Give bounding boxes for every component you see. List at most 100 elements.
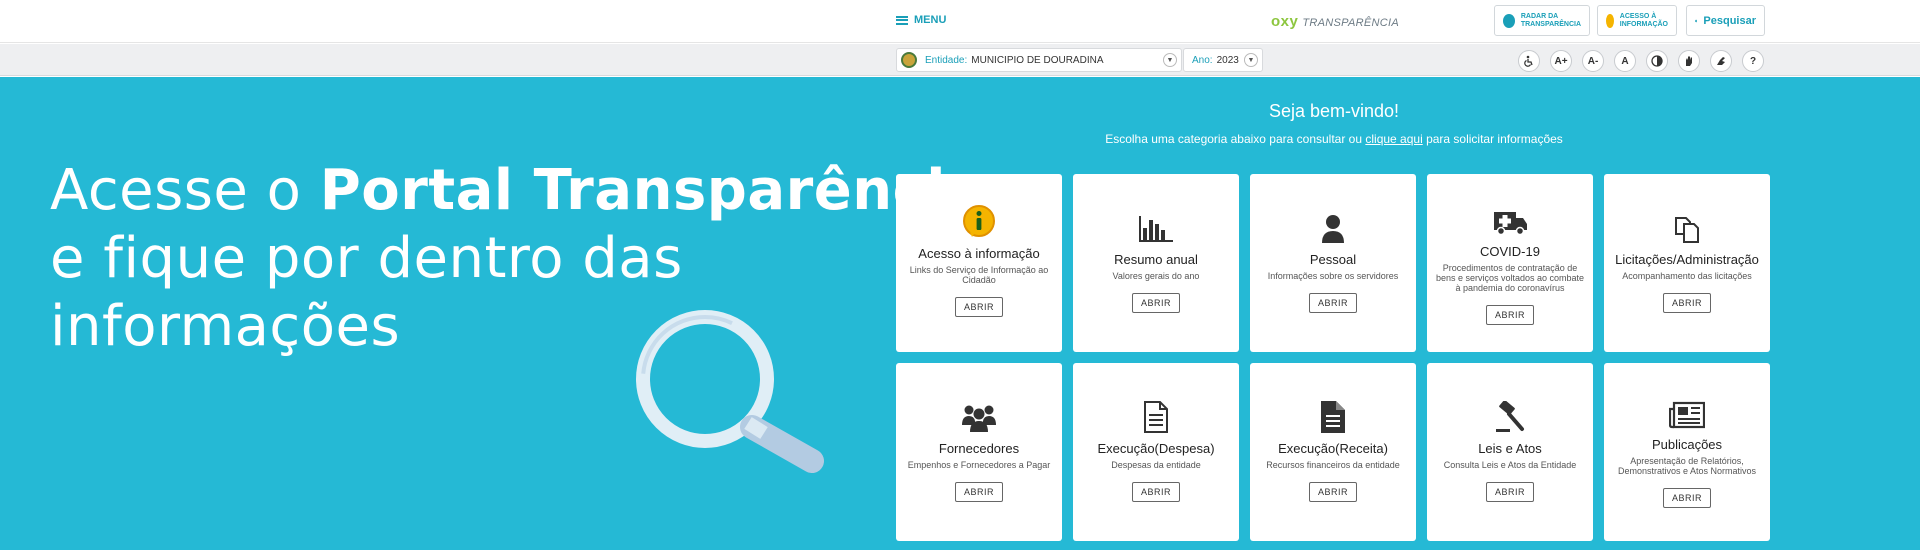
newspaper-icon bbox=[1669, 401, 1705, 429]
abrir-button[interactable]: ABRIR bbox=[1131, 293, 1180, 313]
ambulance-icon bbox=[1494, 212, 1527, 236]
radar-icon bbox=[1503, 13, 1515, 28]
top-header: MENU oxy TRANSPARÊNCIA RADAR DA TRANSPAR… bbox=[0, 0, 1920, 43]
search-button[interactable]: Pesquisar bbox=[1686, 5, 1765, 36]
sign-language-button[interactable] bbox=[1678, 50, 1700, 72]
card-title: Resumo anual bbox=[1114, 252, 1198, 267]
info-icon bbox=[1606, 13, 1614, 28]
card-description: Links do Serviço de Informação ao Cidadã… bbox=[909, 265, 1049, 285]
group-icon bbox=[962, 405, 996, 432]
abrir-button[interactable]: ABRIR bbox=[1662, 293, 1711, 313]
card-description: Informações sobre os servidores bbox=[1267, 271, 1399, 281]
hero-headline: Acesse o Portal Transparência e fique po… bbox=[50, 157, 984, 361]
acesso-label-2: INFORMAÇÃO bbox=[1619, 20, 1668, 28]
abrir-button[interactable]: ABRIR bbox=[1485, 482, 1534, 502]
subtitle-pre: Escolha uma categoria abaixo para consul… bbox=[1105, 132, 1366, 146]
card-description: Empenhos e Fornecedores a Pagar bbox=[907, 460, 1051, 470]
abrir-button[interactable]: ABRIR bbox=[1308, 293, 1357, 313]
wheelchair-accessibility-button[interactable] bbox=[1518, 50, 1540, 72]
abrir-button[interactable]: ABRIR bbox=[954, 482, 1003, 502]
card-covid-19[interactable]: COVID-19 Procedimentos de contratação de… bbox=[1427, 174, 1593, 352]
card-execucao-receita[interactable]: Execução(Receita) Recursos financeiros d… bbox=[1250, 363, 1416, 541]
clique-aqui-link[interactable]: clique aqui bbox=[1365, 132, 1422, 146]
card-description: Procedimentos de contratação de bens e s… bbox=[1435, 263, 1585, 293]
abrir-button[interactable]: ABRIR bbox=[954, 297, 1003, 317]
wheelchair-icon bbox=[1524, 55, 1533, 67]
headline-line2: e fique por dentro das bbox=[50, 226, 683, 291]
logo-brand: oxy bbox=[1271, 13, 1299, 30]
logo-text: TRANSPARÊNCIA bbox=[1302, 17, 1399, 29]
headline-line3: informações bbox=[50, 294, 401, 359]
subtitle-post: para solicitar informações bbox=[1422, 132, 1563, 146]
welcome-subtitle: Escolha uma categoria abaixo para consul… bbox=[896, 132, 1772, 146]
card-leis-e-atos[interactable]: Leis e Atos Consulta Leis e Atos da Enti… bbox=[1427, 363, 1593, 541]
font-reset-button[interactable]: A bbox=[1614, 50, 1636, 72]
document-outline-icon bbox=[1144, 401, 1168, 433]
help-button[interactable]: ? bbox=[1742, 50, 1764, 72]
card-title: Execução(Despesa) bbox=[1097, 441, 1215, 456]
abrir-button[interactable]: ABRIR bbox=[1485, 305, 1534, 325]
menu-label: MENU bbox=[914, 14, 947, 26]
year-value: 2023 bbox=[1216, 54, 1239, 66]
headline-line1-bold: Portal Transparência bbox=[319, 158, 985, 223]
year-label: Ano: bbox=[1192, 54, 1213, 66]
card-title: Publicações bbox=[1651, 437, 1723, 452]
info-icon bbox=[963, 205, 995, 237]
abrir-button[interactable]: ABRIR bbox=[1308, 482, 1357, 502]
acesso-label-1: ACESSO À bbox=[1619, 12, 1657, 20]
card-title: Execução(Receita) bbox=[1278, 441, 1388, 456]
card-description: Recursos financeiros da entidade bbox=[1266, 460, 1400, 470]
abrir-button[interactable]: ABRIR bbox=[1131, 482, 1180, 502]
bar-chart-icon bbox=[1139, 216, 1173, 242]
welcome-title: Seja bem-vindo! bbox=[1268, 101, 1400, 121]
chevron-down-icon: ▼ bbox=[1163, 53, 1177, 67]
font-increase-button[interactable]: A+ bbox=[1550, 50, 1572, 72]
card-title: Pessoal bbox=[1309, 252, 1357, 267]
font-decrease-button[interactable]: A- bbox=[1582, 50, 1604, 72]
gavel-icon bbox=[1496, 401, 1524, 432]
card-fornecedores[interactable]: Fornecedores Empenhos e Fornecedores a P… bbox=[896, 363, 1062, 541]
hamburger-icon bbox=[896, 15, 908, 25]
entity-value: MUNICIPIO DE DOURADINA bbox=[971, 54, 1104, 66]
entity-label: Entidade: bbox=[925, 54, 968, 66]
card-acesso-informacao[interactable]: Acesso à informação Links do Serviço de … bbox=[896, 174, 1062, 352]
radar-label-1: RADAR DA bbox=[1520, 12, 1559, 20]
search-label: Pesquisar bbox=[1703, 14, 1756, 27]
card-title: COVID-19 bbox=[1480, 244, 1540, 259]
copy-icon bbox=[1675, 217, 1699, 243]
vlibras-button[interactable] bbox=[1710, 50, 1732, 72]
card-description: Despesas da entidade bbox=[1111, 460, 1201, 470]
oxy-logo[interactable]: oxy TRANSPARÊNCIA bbox=[1271, 13, 1399, 30]
radar-transparencia-button[interactable]: RADAR DA TRANSPARÊNCIA bbox=[1494, 5, 1590, 36]
document-icon bbox=[1321, 401, 1345, 433]
hero-section: Acesse o Portal Transparência e fique po… bbox=[0, 77, 1920, 550]
card-description: Valores gerais do ano bbox=[1112, 271, 1200, 281]
chevron-down-icon: ▼ bbox=[1244, 53, 1258, 67]
contrast-button[interactable] bbox=[1646, 50, 1668, 72]
card-description: Acompanhamento das licitações bbox=[1622, 271, 1752, 281]
card-publicacoes[interactable]: Publicações Apresentação de Relatórios, … bbox=[1604, 363, 1770, 541]
headline-line1-pre: Acesse o bbox=[50, 158, 320, 223]
search-icon bbox=[1695, 19, 1698, 22]
radar-label-2: TRANSPARÊNCIA bbox=[1520, 20, 1581, 28]
signing-hand-icon bbox=[1717, 57, 1725, 65]
menu-button[interactable]: MENU bbox=[896, 14, 946, 26]
card-title: Acesso à informação bbox=[918, 246, 1040, 261]
filter-bar: Entidade: MUNICIPIO DE DOURADINA ▼ Ano: … bbox=[0, 44, 1920, 76]
card-title: Leis e Atos bbox=[1478, 441, 1542, 456]
card-title: Fornecedores bbox=[938, 441, 1020, 456]
card-description: Apresentação de Relatórios, Demonstrativ… bbox=[1617, 456, 1757, 476]
card-description: Consulta Leis e Atos da Entidade bbox=[1443, 460, 1577, 470]
card-execucao-despesa[interactable]: Execução(Despesa) Despesas da entidade A… bbox=[1073, 363, 1239, 541]
acesso-informacao-button[interactable]: ACESSO À INFORMAÇÃO bbox=[1597, 5, 1677, 36]
card-title: Licitações/Administração bbox=[1615, 252, 1759, 267]
card-licitacoes-administracao[interactable]: Licitações/Administração Acompanhamento … bbox=[1604, 174, 1770, 352]
year-select[interactable]: Ano: 2023 ▼ bbox=[1183, 48, 1263, 72]
hand-icon bbox=[1686, 56, 1692, 66]
abrir-button[interactable]: ABRIR bbox=[1662, 488, 1711, 508]
entity-select[interactable]: Entidade: MUNICIPIO DE DOURADINA ▼ bbox=[896, 48, 1182, 72]
magnifier-illustration-icon bbox=[636, 310, 824, 473]
card-resumo-anual[interactable]: Resumo anual Valores gerais do ano ABRIR bbox=[1073, 174, 1239, 352]
card-pessoal[interactable]: Pessoal Informações sobre os servidores … bbox=[1250, 174, 1416, 352]
person-icon bbox=[1322, 215, 1344, 243]
